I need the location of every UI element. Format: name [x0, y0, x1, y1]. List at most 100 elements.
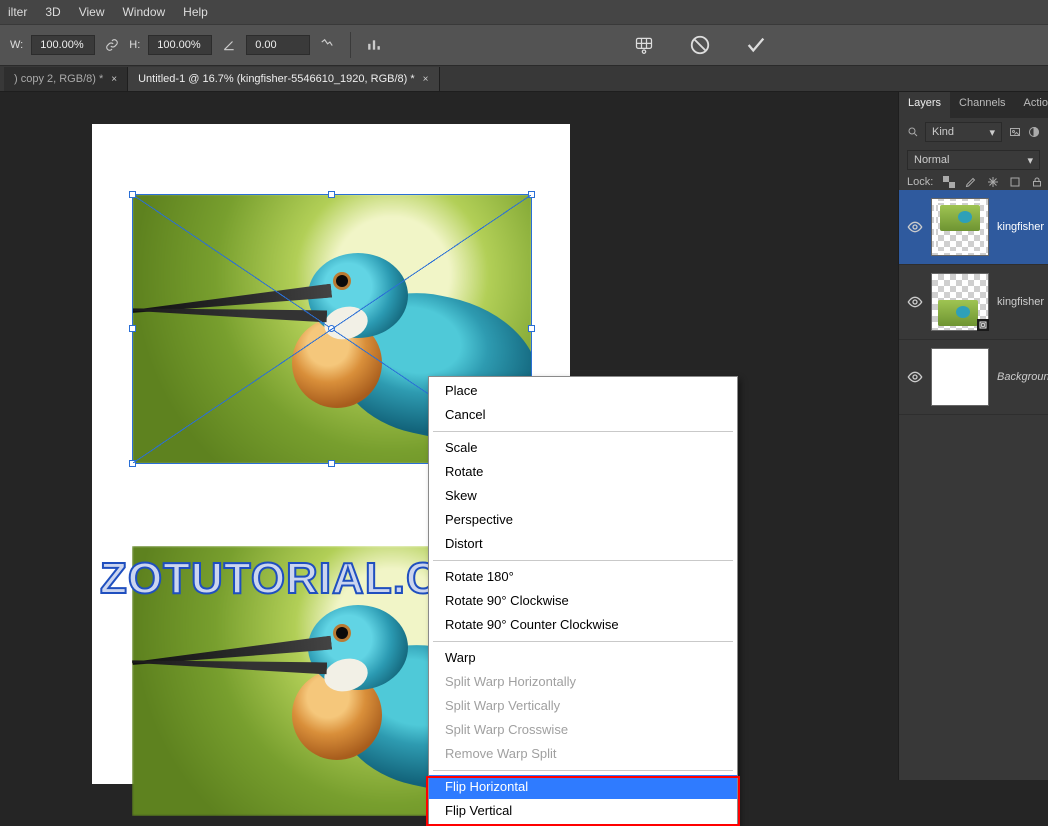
menu-view[interactable]: View — [79, 5, 105, 19]
menu-window[interactable]: Window — [122, 5, 165, 19]
transform-context-menu[interactable]: Place Cancel Scale Rotate Skew Perspecti… — [428, 376, 738, 826]
menu-bar: ilter 3D View Window Help — [0, 0, 1048, 24]
lock-pixels-icon[interactable] — [965, 176, 977, 188]
ctx-scale[interactable]: Scale — [429, 436, 737, 460]
menu-filter[interactable]: ilter — [8, 5, 27, 19]
filter-adjustment-icon[interactable] — [1028, 126, 1040, 138]
handle-top-right[interactable] — [528, 191, 535, 198]
layer-thumbnail[interactable] — [931, 198, 989, 256]
layer-row[interactable]: kingfisher — [899, 190, 1048, 265]
close-icon[interactable]: × — [423, 74, 429, 85]
lock-row: Lock: — [899, 174, 1048, 190]
document-tab-1[interactable]: ) copy 2, RGB/8) * × — [4, 67, 128, 91]
handle-top-left[interactable] — [129, 191, 136, 198]
angle-field[interactable]: 0.00 — [246, 35, 310, 55]
layer-name[interactable]: kingfisher — [997, 296, 1044, 308]
ctx-split-warp-v: Split Warp Vertically — [429, 694, 737, 718]
lock-transparent-icon[interactable] — [943, 176, 955, 188]
layer-row[interactable]: Background — [899, 340, 1048, 415]
ctx-skew[interactable]: Skew — [429, 484, 737, 508]
layer-thumbnail[interactable] — [931, 273, 989, 331]
ctx-rotate-180[interactable]: Rotate 180° — [429, 565, 737, 589]
commit-transform-icon[interactable] — [743, 36, 769, 54]
ctx-split-warp-cross: Split Warp Crosswise — [429, 718, 737, 742]
lock-label: Lock: — [907, 176, 933, 188]
tab-actions[interactable]: Actions — [1015, 92, 1048, 118]
menu-3d[interactable]: 3D — [45, 5, 60, 19]
layer-thumbnail[interactable] — [931, 348, 989, 406]
ctx-remove-warp-split: Remove Warp Split — [429, 742, 737, 766]
tab-label: ) copy 2, RGB/8) * — [14, 73, 103, 85]
width-label: W: — [10, 39, 23, 51]
ctx-separator — [433, 641, 733, 642]
ctx-rotate-90-cw[interactable]: Rotate 90° Clockwise — [429, 589, 737, 613]
tab-layers[interactable]: Layers — [899, 92, 950, 118]
chevron-down-icon: ▾ — [1027, 154, 1033, 167]
smart-object-badge-icon — [977, 319, 989, 331]
divider — [350, 32, 351, 58]
ctx-warp[interactable]: Warp — [429, 646, 737, 670]
options-bar: W: 100.00% H: 100.00% 0.00 — [0, 24, 1048, 66]
ctx-distort[interactable]: Distort — [429, 532, 737, 556]
ctx-split-warp-h: Split Warp Horizontally — [429, 670, 737, 694]
chevron-down-icon: ▾ — [989, 126, 995, 139]
ctx-flip-vertical[interactable]: Flip Vertical — [429, 799, 737, 823]
height-label: H: — [129, 39, 140, 51]
link-wh-icon[interactable] — [103, 36, 121, 54]
filter-kind-label: Kind — [932, 126, 954, 138]
layer-name[interactable]: Background — [997, 371, 1048, 383]
lock-position-icon[interactable] — [987, 176, 999, 188]
handle-top-mid[interactable] — [328, 191, 335, 198]
close-icon[interactable]: × — [111, 74, 117, 85]
search-icon[interactable] — [907, 126, 919, 138]
interpolation-icon[interactable] — [318, 36, 336, 54]
ctx-flip-horizontal[interactable]: Flip Horizontal — [429, 775, 737, 799]
filter-image-icon[interactable] — [1008, 126, 1022, 138]
lock-artboard-icon[interactable] — [1009, 176, 1021, 188]
height-field[interactable]: 100.00% — [148, 35, 212, 55]
angle-icon — [220, 36, 238, 54]
handle-left-mid[interactable] — [129, 325, 136, 332]
menu-help[interactable]: Help — [183, 5, 208, 19]
visibility-icon[interactable] — [907, 369, 923, 385]
tab-channels[interactable]: Channels — [950, 92, 1014, 118]
ctx-perspective[interactable]: Perspective — [429, 508, 737, 532]
ctx-separator — [433, 770, 733, 771]
document-tabs: ) copy 2, RGB/8) * × Untitled-1 @ 16.7% … — [0, 66, 1048, 92]
canvas-area[interactable]: ZOTUTORIAL.COM Place Cancel Scale Rotate… — [0, 92, 898, 780]
ctx-rotate[interactable]: Rotate — [429, 460, 737, 484]
visibility-icon[interactable] — [907, 294, 923, 310]
width-field[interactable]: 100.00% — [31, 35, 95, 55]
workspace: ZOTUTORIAL.COM Place Cancel Scale Rotate… — [0, 92, 1048, 780]
ctx-rotate-90-ccw[interactable]: Rotate 90° Counter Clockwise — [429, 613, 737, 637]
ctx-separator — [433, 560, 733, 561]
ctx-separator — [433, 431, 733, 432]
document-tab-2[interactable]: Untitled-1 @ 16.7% (kingfisher-5546610_1… — [128, 67, 439, 91]
layer-row[interactable]: kingfisher — [899, 265, 1048, 340]
layer-list: kingfisher kingfisher Background — [899, 190, 1048, 780]
panel-tabs: Layers Channels Actions — [899, 92, 1048, 118]
thumbnail-content — [938, 300, 978, 326]
warp-mode-icon[interactable] — [631, 36, 657, 54]
right-panels: Layers Channels Actions Kind ▾ Normal ▾ … — [898, 92, 1048, 780]
bird-eye — [336, 627, 348, 639]
layer-filter-row: Kind ▾ — [899, 118, 1048, 146]
bars-icon[interactable] — [365, 36, 383, 54]
visibility-icon[interactable] — [907, 219, 923, 235]
lock-all-icon[interactable] — [1031, 176, 1043, 188]
cancel-transform-icon[interactable] — [687, 36, 713, 54]
handle-bot-left[interactable] — [129, 460, 136, 467]
filter-kind-dropdown[interactable]: Kind ▾ — [925, 122, 1002, 142]
ctx-cancel[interactable]: Cancel — [429, 403, 737, 427]
panel-spacer — [899, 415, 1048, 555]
layer-name[interactable]: kingfisher — [997, 221, 1044, 233]
blend-mode-row: Normal ▾ — [899, 146, 1048, 174]
handle-right-mid[interactable] — [528, 325, 535, 332]
blend-mode-label: Normal — [914, 154, 949, 166]
ctx-place[interactable]: Place — [429, 379, 737, 403]
blend-mode-dropdown[interactable]: Normal ▾ — [907, 150, 1040, 170]
tab-label: Untitled-1 @ 16.7% (kingfisher-5546610_1… — [138, 73, 415, 85]
handle-center[interactable] — [328, 325, 335, 332]
thumbnail-content — [940, 205, 980, 231]
handle-bot-mid[interactable] — [328, 460, 335, 467]
